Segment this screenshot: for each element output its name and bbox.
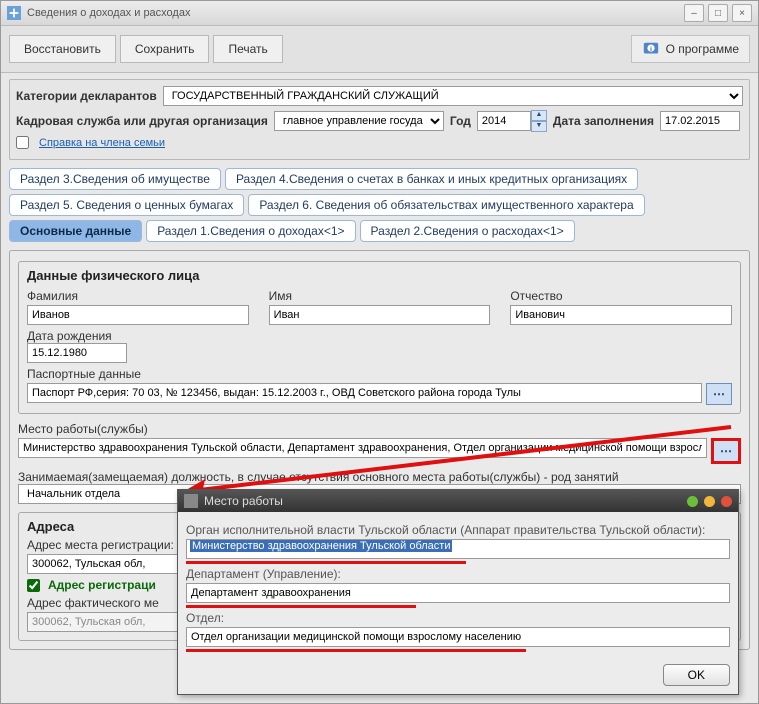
date-label: Дата заполнения xyxy=(553,114,654,128)
tabstrip: Раздел 3.Сведения об имуществе Раздел 4.… xyxy=(9,168,750,246)
modal-min-icon[interactable] xyxy=(687,496,698,507)
modal-ok-button[interactable]: OK xyxy=(663,664,730,686)
passport-ellipsis-button[interactable]: ⋯ xyxy=(706,383,732,405)
tab-section1[interactable]: Раздел 1.Сведения о доходах<1> xyxy=(146,220,355,242)
annotation-underline-2 xyxy=(186,605,416,608)
modal-otd-input[interactable] xyxy=(186,627,730,647)
year-label: Год xyxy=(450,114,471,128)
svg-text:i: i xyxy=(650,46,652,53)
tab-section5[interactable]: Раздел 5. Сведения о ценных бумагах xyxy=(9,194,244,216)
position-label: Занимаемая(замещаемая) должность, в случ… xyxy=(18,470,619,484)
workplace-label: Место работы(службы) xyxy=(18,422,148,436)
patronymic-input[interactable] xyxy=(510,305,732,325)
firstname-label: Имя xyxy=(269,289,491,303)
toolbar: Восстановить Сохранить Печать i О програ… xyxy=(1,26,758,73)
modal-icon xyxy=(184,494,198,508)
year-spinner[interactable]: ▲▼ xyxy=(477,110,547,132)
workplace-ellipsis-button[interactable]: ⋯ xyxy=(711,438,741,464)
dob-label: Дата рождения xyxy=(27,329,112,343)
passport-label: Паспортные данные xyxy=(27,367,141,381)
modal-dep-label: Департамент (Управление): xyxy=(186,567,730,581)
modal-max-icon[interactable] xyxy=(704,496,715,507)
firstname-input[interactable] xyxy=(269,305,491,325)
modal-title: Место работы xyxy=(204,494,283,508)
modal-otd-label: Отдел: xyxy=(186,611,730,625)
lastname-label: Фамилия xyxy=(27,289,249,303)
tab-main[interactable]: Основные данные xyxy=(9,220,142,242)
top-panel: Категории декларантов ГОСУДАРСТВЕННЫЙ ГР… xyxy=(9,79,750,160)
lastname-input[interactable] xyxy=(27,305,249,325)
save-button[interactable]: Сохранить xyxy=(120,35,210,63)
person-group-title: Данные физического лица xyxy=(27,268,732,283)
annotation-underline-3 xyxy=(186,649,526,652)
window-titlebar: Сведения о доходах и расходах – □ × xyxy=(1,1,758,26)
tab-section2[interactable]: Раздел 2.Сведения о расходах<1> xyxy=(360,220,575,242)
tab-section4[interactable]: Раздел 4.Сведения о счетах в банках и ин… xyxy=(225,168,638,190)
tab-section6[interactable]: Раздел 6. Сведения об обязательствах иму… xyxy=(248,194,644,216)
minimize-button[interactable]: – xyxy=(684,4,704,22)
org-select[interactable]: главное управление госуда xyxy=(274,111,444,131)
family-ref-link[interactable]: Справка на члена семьи xyxy=(39,137,165,149)
dob-input[interactable] xyxy=(27,343,127,363)
year-down[interactable]: ▼ xyxy=(531,121,547,132)
tab-section3[interactable]: Раздел 3.Сведения об имуществе xyxy=(9,168,221,190)
print-button[interactable]: Печать xyxy=(213,35,282,63)
window-title: Сведения о доходах и расходах xyxy=(27,7,190,19)
info-icon: i xyxy=(642,40,660,58)
passport-input[interactable] xyxy=(27,383,702,403)
modal-close-icon[interactable] xyxy=(721,496,732,507)
year-up[interactable]: ▲ xyxy=(531,110,547,121)
modal-dep-input[interactable] xyxy=(186,583,730,603)
reg-addr-label: Адрес места регистрации: xyxy=(27,538,174,552)
category-label: Категории декларантов xyxy=(16,89,157,103)
about-label: О программе xyxy=(666,42,739,56)
modal-org-value: Министерство здравоохранения Тульской об… xyxy=(190,540,452,552)
fact-addr-label: Адрес фактического ме xyxy=(27,596,159,610)
family-ref-checkbox[interactable] xyxy=(16,136,29,149)
same-addr-checkbox[interactable] xyxy=(27,579,40,592)
maximize-button[interactable]: □ xyxy=(708,4,728,22)
same-addr-label: Адрес регистраци xyxy=(48,578,156,592)
category-select[interactable]: ГОСУДАРСТВЕННЫЙ ГРАЖДАНСКИЙ СЛУЖАЩИЙ xyxy=(163,86,743,106)
close-button[interactable]: × xyxy=(732,4,752,22)
modal-org-label: Орган исполнительной власти Тульской обл… xyxy=(186,523,730,537)
annotation-underline-1 xyxy=(186,561,466,564)
date-input[interactable] xyxy=(660,111,740,131)
workplace-modal: Место работы Орган исполнительной власти… xyxy=(177,489,739,695)
year-input[interactable] xyxy=(477,111,531,131)
org-label: Кадровая служба или другая организация xyxy=(16,114,268,128)
restore-button[interactable]: Восстановить xyxy=(9,35,116,63)
workplace-input[interactable] xyxy=(18,438,707,458)
person-group: Данные физического лица Фамилия Имя Отче… xyxy=(18,261,741,414)
app-icon xyxy=(7,6,21,20)
about-button[interactable]: i О программе xyxy=(631,35,750,63)
patronymic-label: Отчество xyxy=(510,289,732,303)
modal-titlebar: Место работы xyxy=(178,490,738,512)
